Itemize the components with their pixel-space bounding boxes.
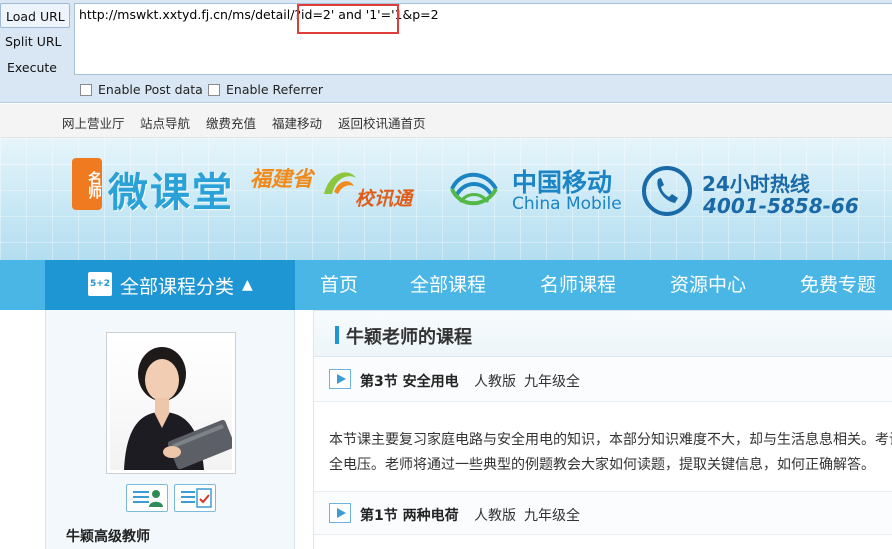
- lesson-publisher: 人教版: [474, 374, 516, 390]
- category-icon: 5+2: [88, 272, 112, 296]
- lesson-title[interactable]: 第3节 安全用电: [360, 371, 459, 391]
- lesson-grade: 九年级全: [524, 508, 580, 524]
- hackbar: Load URL Split URL Execute http://mswkt.…: [0, 0, 892, 103]
- enable-referrer-label: Enable Referrer: [226, 82, 324, 97]
- lesson-row[interactable]: 第3节 安全用电 人教版 九年级全: [314, 358, 892, 402]
- play-icon[interactable]: [329, 503, 351, 523]
- link-fujian-mobile[interactable]: 福建移动: [272, 113, 322, 132]
- nav-home[interactable]: 首页: [320, 260, 358, 310]
- lesson-row[interactable]: 第1节 两种电荷 人教版 九年级全: [314, 491, 892, 535]
- course-list-title: 牛颖老师的课程: [346, 327, 472, 348]
- lesson-title[interactable]: 第1节 两种电荷: [360, 505, 459, 525]
- xiaoxuntong-text: 校讯通: [355, 188, 413, 210]
- play-icon[interactable]: [329, 369, 351, 389]
- link-online-hall[interactable]: 网上营业厅: [62, 113, 125, 132]
- load-url-button[interactable]: Load URL: [0, 3, 70, 28]
- phone-icon: [642, 166, 692, 216]
- logo-badge: 名师: [72, 158, 102, 210]
- top-links-bar: 网上营业厅 站点导航 缴费充值 福建移动 返回校讯通首页: [0, 104, 892, 138]
- link-xxt-home[interactable]: 返回校讯通首页: [338, 113, 426, 132]
- nav-resource-center[interactable]: 资源中心: [670, 260, 746, 310]
- lesson-publisher: 人教版: [474, 508, 516, 524]
- nav-all-courses[interactable]: 全部课程: [410, 260, 486, 310]
- split-url-button[interactable]: Split URL: [0, 29, 70, 54]
- lesson-description: 本节课主要复习家庭电路与安全用电的知识，本部分知识难度不大，却与生活息息相关。考…: [329, 428, 892, 478]
- execute-button[interactable]: Execute: [0, 55, 70, 80]
- url-text: http://mswkt.xxtyd.fj.cn/ms/detail/?id=2…: [79, 7, 439, 22]
- china-mobile-en: China Mobile: [512, 194, 622, 214]
- xxt-swirl-icon: [324, 172, 356, 194]
- nav-free-topics[interactable]: 免费专题: [800, 260, 876, 310]
- enable-post-data-label: Enable Post data: [98, 82, 203, 97]
- header-banner: 名师 微课堂 福建省 校讯通 中国移动 China Mobile 24小时热线 …: [0, 138, 892, 260]
- fujian-province-text: 福建省: [250, 167, 313, 191]
- course-list-header: 牛颖老师的课程: [314, 311, 892, 357]
- checkbox-icon: [208, 84, 220, 96]
- triangle-up-icon: ▲: [242, 277, 253, 293]
- url-textarea[interactable]: http://mswkt.xxtyd.fj.cn/ms/detail/?id=2…: [74, 3, 892, 75]
- teacher-panel: 牛颖高级教师: [45, 310, 295, 549]
- teacher-portrait: [124, 347, 232, 470]
- china-mobile-logo-icon: [450, 172, 498, 206]
- description-line: 本节课主要复习家庭电路与安全用电的知识，本部分知识难度不大，却与生活息息相关。考…: [329, 432, 892, 448]
- enable-referrer-checkbox[interactable]: Enable Referrer: [208, 82, 323, 98]
- user-list-icon[interactable]: [126, 484, 168, 512]
- teacher-name: 牛颖高级教师: [66, 529, 150, 545]
- site-logo[interactable]: 微课堂: [108, 160, 234, 218]
- description-line: 全电压。老师将通过一些典型的例题教会大家如何读题，提取关键信息，如何正确解答。: [329, 457, 875, 473]
- hotline-number: 4001-5858-66: [703, 194, 859, 218]
- header-accent-bar: [335, 326, 339, 344]
- category-label: 全部课程分类: [120, 275, 235, 298]
- checkbox-icon: [80, 84, 92, 96]
- main-nav: 5+2 全部课程分类 ▲ 首页 全部课程 名师课程 资源中心 免费专题: [0, 260, 892, 310]
- nav-teacher-courses[interactable]: 名师课程: [540, 260, 616, 310]
- lesson-grade: 九年级全: [524, 374, 580, 390]
- checklist-icon[interactable]: [174, 484, 216, 512]
- course-list: 牛颖老师的课程 第3节 安全用电 人教版 九年级全 本节课主要复习家庭电路与安全…: [313, 310, 892, 549]
- link-site-nav[interactable]: 站点导航: [140, 113, 190, 132]
- hotline-title: 24小时热线: [702, 172, 810, 196]
- all-categories-button[interactable]: 5+2 全部课程分类 ▲: [45, 260, 295, 310]
- link-recharge[interactable]: 缴费充值: [206, 113, 256, 132]
- enable-post-data-checkbox[interactable]: Enable Post data: [80, 82, 203, 98]
- teacher-photo: [106, 332, 236, 474]
